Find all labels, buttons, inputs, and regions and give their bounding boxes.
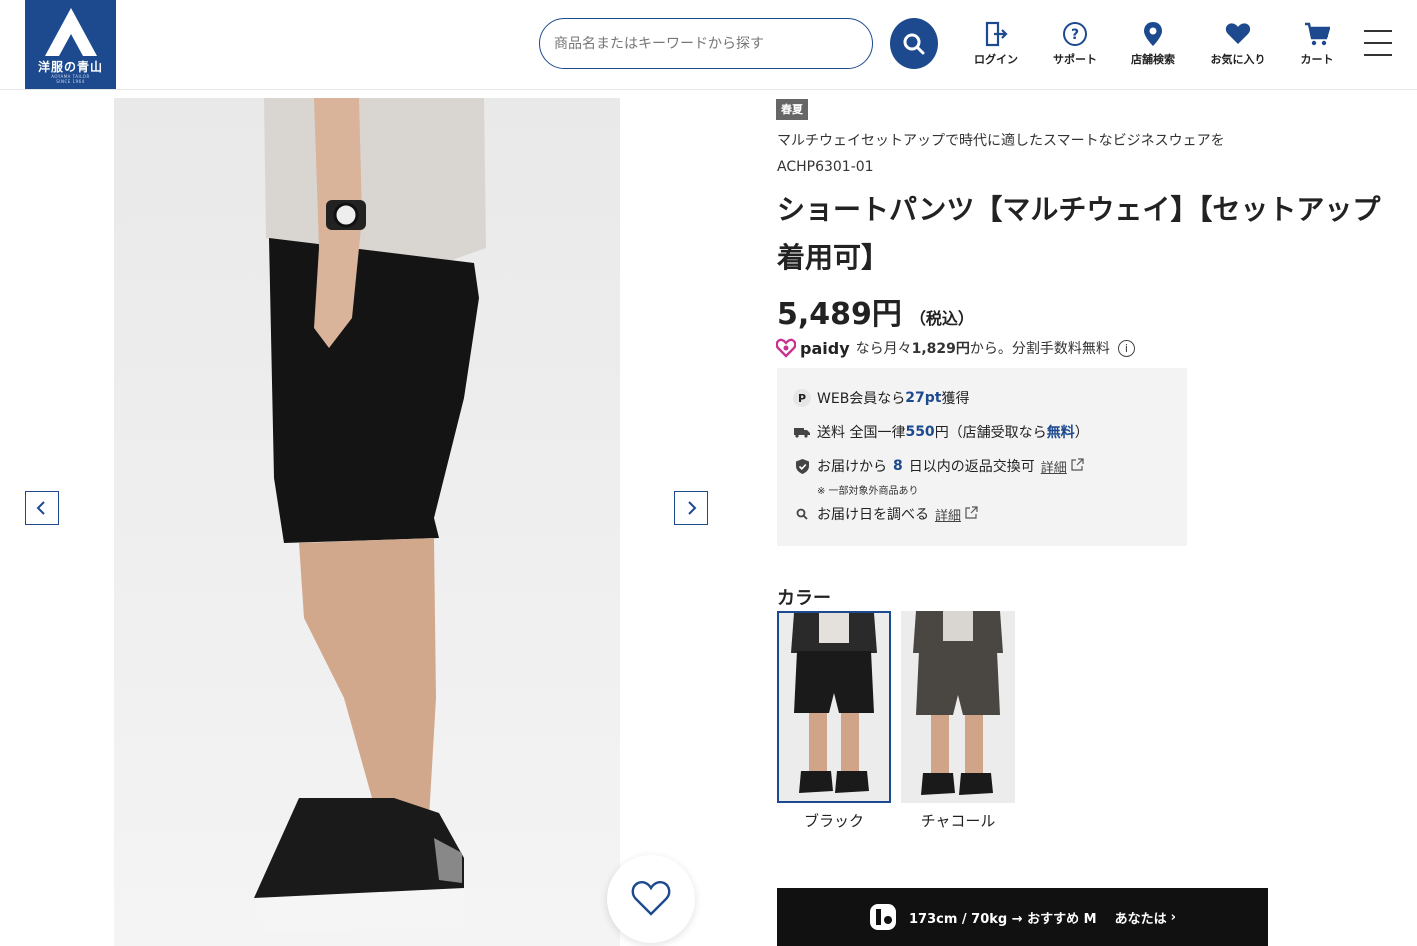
gallery-next-button[interactable] [674, 491, 708, 525]
paidy-logo-icon [776, 338, 796, 358]
delivery-row: お届け日を調べる 詳細 [793, 504, 978, 524]
color-swatch-black[interactable] [777, 611, 891, 803]
search-icon [903, 33, 925, 54]
nav-login-label: ログイン [974, 53, 1018, 66]
points-prefix: WEB会員なら [817, 391, 906, 407]
swatch-image-black [779, 613, 889, 801]
color-name-charcoal: チャコール [920, 812, 996, 830]
swatch-image-charcoal [901, 611, 1015, 803]
hamburger-menu-icon[interactable] [1364, 30, 1392, 56]
product-title: ショートパンツ【マルチウェイ】【セットアップ着用可】 [777, 193, 1381, 274]
model-photo [114, 98, 620, 946]
chevron-right-icon [688, 501, 697, 515]
logo-subtext-since: SINCE 1964 [56, 79, 85, 84]
location-pin-icon [1142, 20, 1164, 48]
product-price: 5,489円 （税込） [777, 289, 974, 333]
points-icon: P [793, 389, 811, 407]
delivery-text: お届け日を調べる [817, 507, 929, 523]
color-name-black: ブラック [803, 812, 864, 830]
return-days: 8 [893, 458, 903, 474]
delivery-detail-link[interactable]: 詳細 [935, 505, 961, 524]
fit-bar-cta: あなたは [1114, 911, 1167, 927]
chevron-right-icon: › [1170, 909, 1176, 925]
price-value: 5,489円 [777, 297, 902, 332]
shipping-free: 無料 [1046, 425, 1075, 441]
nav-store-label: 店舗検索 [1131, 53, 1175, 66]
paidy-monthly: 1,829円 [911, 341, 970, 357]
login-icon [984, 20, 1008, 48]
external-link-icon [1071, 457, 1084, 475]
nav-favorites-label: お気に入り [1210, 53, 1266, 66]
return-note: ※ 一部対象外商品あり [817, 486, 919, 497]
nav-cart-label: カート [1300, 53, 1334, 66]
logo-text: 洋服の青山 [37, 60, 103, 74]
chevron-left-icon [36, 501, 45, 515]
fit-bar-text: 173cm / 70kg → おすすめ M [908, 911, 1097, 927]
cart-icon [1304, 20, 1330, 48]
nav-store-search[interactable]: 店舗検索 [1118, 20, 1188, 67]
search-input[interactable] [539, 18, 873, 69]
info-icon[interactable]: i [1117, 339, 1135, 357]
external-link-icon [965, 505, 978, 523]
brand-logo[interactable]: 洋服の青山 AOYAMA TAILOR SINCE 1964 [25, 0, 116, 89]
search-button[interactable] [890, 18, 938, 69]
help-icon: ? [1062, 20, 1088, 48]
purchase-info-box: P WEB会員なら 27pt 獲得 送料 全国一律 550 円（店舗受取なら 無料） お届… [777, 368, 1187, 546]
gallery-prev-button[interactable] [25, 491, 59, 525]
logo-mark-icon [44, 8, 97, 56]
shipping-mid: 円（店舗受取なら [934, 425, 1047, 441]
heart-outline-icon [631, 881, 671, 916]
points-suffix: 獲得 [941, 391, 970, 407]
magnifier-icon [793, 505, 811, 523]
paidy-prefix: なら月々 [855, 341, 912, 357]
nav-cart[interactable]: カート [1282, 20, 1352, 67]
svg-text:?: ? [1071, 27, 1079, 43]
unisize-logo-icon [869, 904, 896, 930]
favorite-button[interactable] [607, 855, 695, 943]
return-row: お届けから 8 日以内の返品交換可 詳細 [793, 456, 1084, 476]
nav-support-label: サポート [1053, 53, 1097, 66]
nav-login[interactable]: ログイン [961, 20, 1031, 67]
heart-icon [1225, 20, 1251, 48]
nav-support[interactable]: ? サポート [1040, 20, 1110, 67]
nav-favorites[interactable]: お気に入り [1203, 20, 1273, 67]
tax-label: （税込） [909, 309, 974, 328]
truck-icon [793, 423, 811, 441]
return-prefix: お届けから [817, 459, 887, 475]
color-section-label: カラー [777, 588, 831, 609]
size-recommendation-bar[interactable]: 173cm / 70kg → おすすめ M あなたは › [777, 888, 1268, 946]
return-suffix: 日以内の返品交換可 [908, 459, 1035, 475]
points-value: 27pt [905, 390, 942, 406]
product-sku: ACHP6301-01 [777, 159, 874, 175]
product-main-image [114, 98, 620, 946]
color-swatch-charcoal[interactable] [901, 611, 1015, 803]
shipping-suffix: ） [1074, 425, 1089, 441]
points-row: P WEB会員なら 27pt 獲得 [793, 388, 970, 408]
return-detail-link[interactable]: 詳細 [1041, 457, 1067, 476]
season-badge: 春夏 [776, 99, 808, 120]
shield-icon [793, 457, 811, 475]
paidy-brand: paidy [800, 338, 850, 358]
shipping-value: 550 [905, 424, 935, 440]
product-catch-copy: マルチウェイセットアップで時代に適したスマートなビジネスウェアを [777, 133, 1225, 149]
paidy-installment: paidy なら月々 1,829円 から。分割手数料無料 i [776, 337, 1135, 359]
site-header: 洋服の青山 AOYAMA TAILOR SINCE 1964 ログイン ? サポ… [0, 0, 1417, 90]
paidy-suffix: から。分割手数料無料 [969, 341, 1110, 357]
shipping-prefix: 送料 全国一律 [817, 425, 906, 441]
shipping-row: 送料 全国一律 550 円（店舗受取なら 無料） [793, 422, 1089, 442]
